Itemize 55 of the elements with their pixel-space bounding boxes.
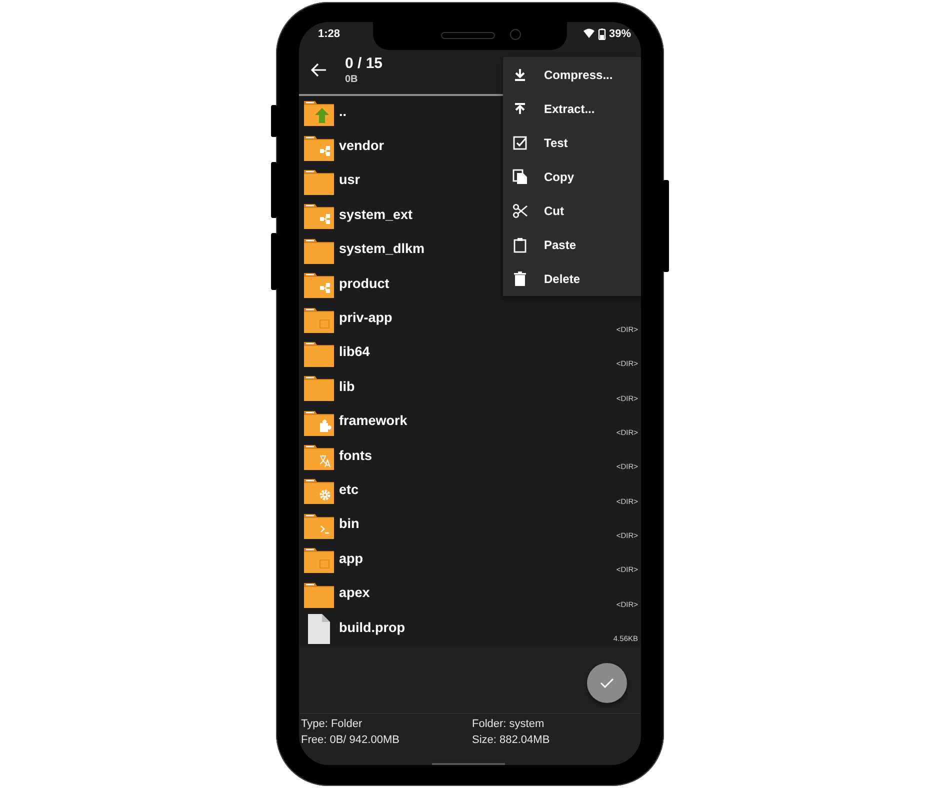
folder-icon	[303, 580, 335, 609]
download-icon	[512, 67, 528, 83]
folder-icon	[303, 202, 335, 230]
menu-item[interactable]: Copy	[503, 160, 641, 194]
side-button[interactable]	[271, 105, 277, 137]
selection-count: 0 / 15	[345, 55, 383, 72]
file-name[interactable]: bin	[339, 516, 616, 532]
file-name[interactable]: app	[339, 550, 616, 566]
check-icon	[600, 678, 614, 688]
battery-icon	[598, 28, 606, 40]
folder-icon	[303, 271, 335, 300]
menu-item[interactable]: Extract...	[503, 92, 641, 126]
side-button[interactable]	[271, 233, 277, 290]
file-name[interactable]: apex	[339, 585, 616, 600]
file-name[interactable]: priv-app	[339, 310, 616, 326]
menu-item[interactable]: Delete	[503, 262, 641, 296]
side-button[interactable]	[271, 162, 277, 218]
file-name[interactable]: lib	[339, 378, 616, 394]
file-name[interactable]: etc	[339, 482, 616, 497]
folder-icon	[303, 512, 335, 540]
file-name[interactable]: framework	[339, 413, 616, 428]
folder-icon	[303, 408, 335, 437]
footer-type: Type: Folder	[301, 718, 364, 730]
clock: 1:28	[318, 28, 340, 40]
copy-icon	[512, 169, 528, 185]
trash-icon	[512, 271, 528, 287]
folder-icon	[303, 374, 335, 402]
wifi-icon	[583, 28, 594, 38]
checkbox-icon	[512, 135, 528, 151]
footer-free: Free: 0B/ 942.00MB	[301, 734, 400, 746]
footer-folder: Folder: system	[472, 718, 546, 730]
battery-percent: 39%	[608, 28, 631, 40]
folder-icon	[303, 477, 335, 506]
footer-size: Size: 882.04MB	[472, 734, 551, 746]
folder-icon	[303, 443, 335, 472]
selection-size: 0B	[345, 74, 359, 85]
folder-icon	[303, 168, 335, 196]
folder-icon	[303, 306, 335, 334]
folder-icon	[303, 134, 335, 162]
upload-icon	[512, 101, 528, 117]
folder-icon	[303, 340, 335, 368]
clipboard-icon	[512, 237, 528, 253]
folder-icon	[303, 546, 335, 574]
folder-icon	[303, 99, 335, 128]
scissors-icon	[512, 203, 528, 219]
folder-icon	[303, 236, 335, 265]
file-name[interactable]: build.prop	[339, 620, 614, 635]
menu-item[interactable]: Compress...	[503, 58, 641, 92]
file-name[interactable]: lib64	[339, 344, 616, 360]
menu-item[interactable]: Paste	[503, 228, 641, 262]
confirm-button[interactable]	[587, 663, 627, 704]
menu-item[interactable]: Test	[503, 126, 641, 160]
file-name[interactable]: fonts	[339, 448, 616, 463]
menu-item[interactable]: Cut	[503, 194, 641, 228]
side-button[interactable]	[663, 180, 669, 272]
